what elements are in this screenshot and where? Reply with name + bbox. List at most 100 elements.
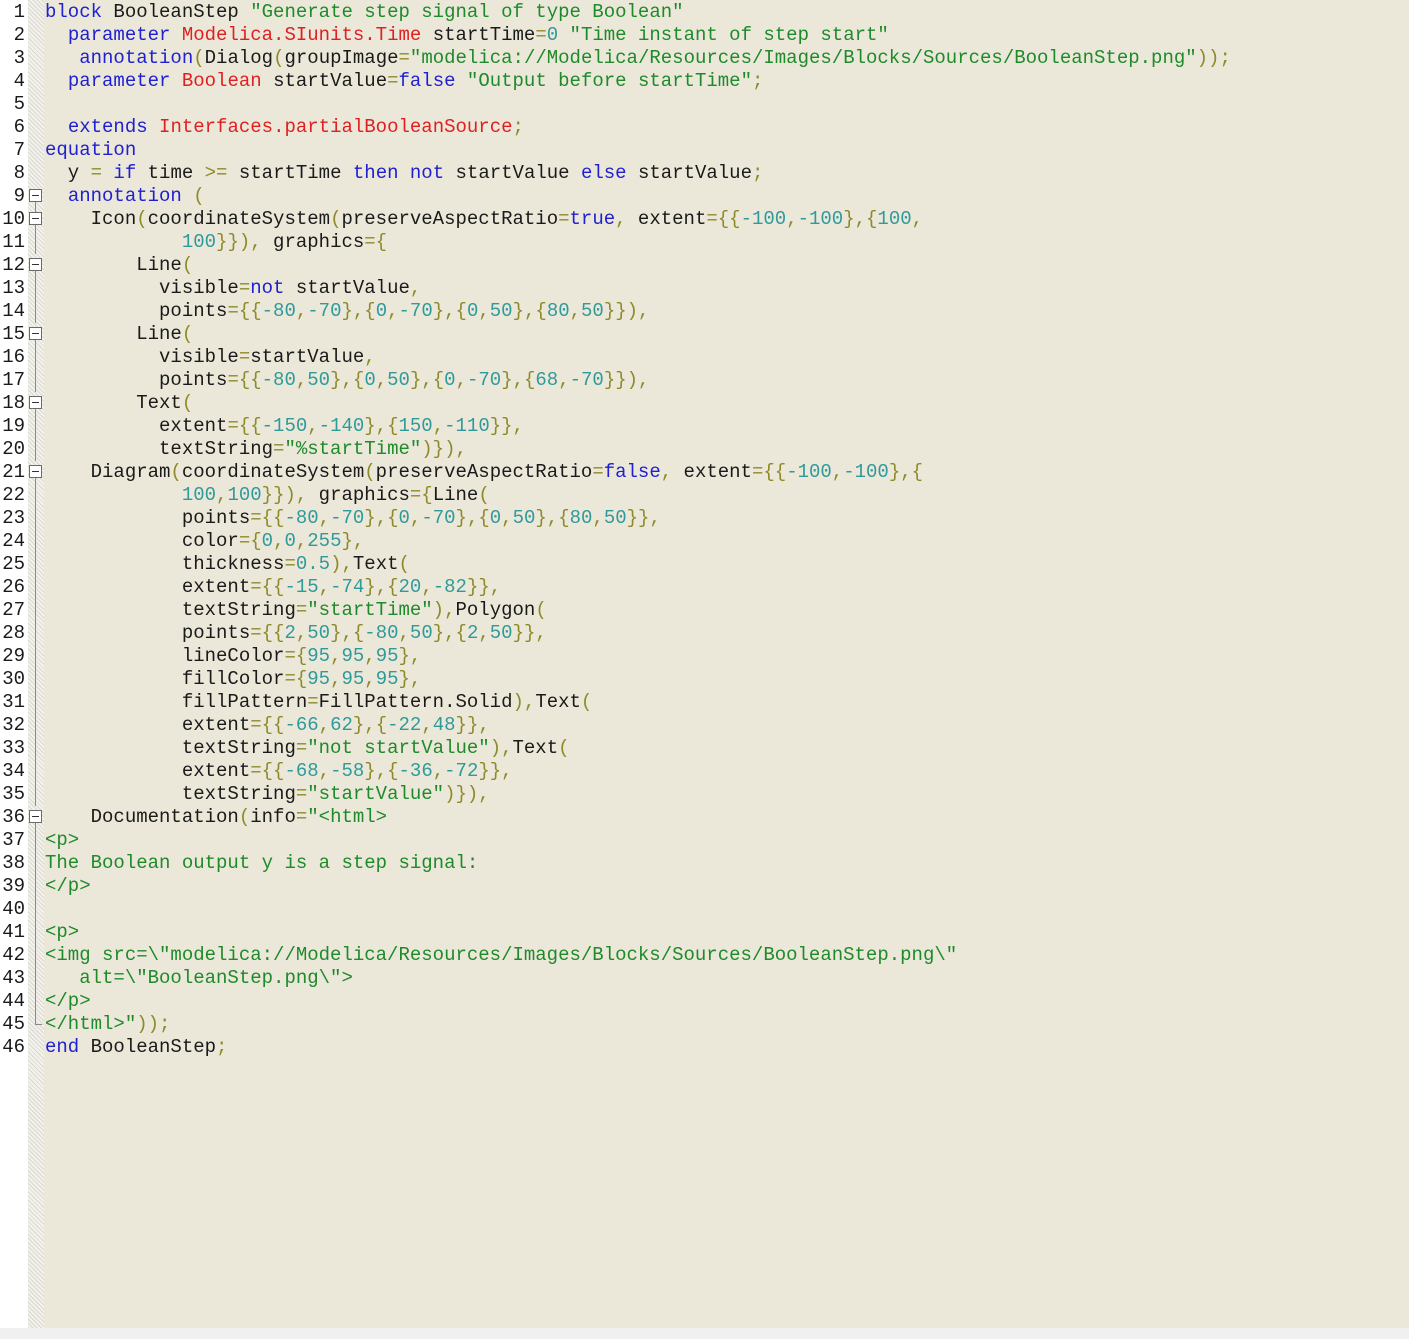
code-token: extent — [45, 760, 251, 782]
code-token: startValue — [444, 162, 581, 184]
code-line[interactable]: 41 <p> — [0, 921, 1409, 944]
code-line[interactable]: 46 end BooleanStep; — [0, 1036, 1409, 1059]
fold-toggle-icon[interactable] — [29, 810, 42, 834]
fold-toggle-icon[interactable] — [29, 327, 42, 351]
code-token: "startValue" — [307, 783, 445, 805]
code-line[interactable]: 3 annotation(Dialog(groupImage="modelica… — [0, 47, 1409, 70]
code-line[interactable]: 11 100}}), graphics={ — [0, 231, 1409, 254]
code-token: ( — [398, 553, 410, 575]
code-line[interactable]: 12 Line( — [0, 254, 1409, 282]
line-code: visible=startValue, — [45, 346, 376, 369]
code-line[interactable]: 35 textString="startValue")}), — [0, 783, 1409, 806]
code-token: ={{ — [227, 369, 262, 391]
code-line[interactable]: 10 Icon(coordinateSystem(preserveAspectR… — [0, 208, 1409, 236]
line-number: 32 — [2, 714, 25, 736]
code-token: -110 — [444, 415, 490, 437]
code-line[interactable]: 24 color={0,0,255}, — [0, 530, 1409, 553]
code-line[interactable]: 2 parameter Modelica.SIunits.Time startT… — [0, 24, 1409, 47]
code-token: -82 — [432, 576, 467, 598]
code-token: , — [501, 507, 513, 529]
code-line[interactable]: 26 extent={{-15,-74},{20,-82}}, — [0, 576, 1409, 599]
code-line[interactable]: 14 points={{-80,-70},{0,-70},{0,50},{80,… — [0, 300, 1409, 323]
line-code: points={{-80,-70},{0,-70},{0,50},{80,50}… — [45, 507, 661, 530]
code-line[interactable]: 39 </p> — [0, 875, 1409, 898]
code-line[interactable]: 18 Text( — [0, 392, 1409, 420]
code-token: not — [409, 162, 445, 184]
code-line[interactable]: 29 lineColor={95,95,95}, — [0, 645, 1409, 668]
code-token: -70 — [466, 369, 502, 391]
code-line[interactable]: 31 fillPattern=FillPattern.Solid),Text( — [0, 691, 1409, 714]
code-token: ={{ — [250, 622, 285, 644]
code-line[interactable]: 38 The Boolean output y is a step signal: — [0, 852, 1409, 875]
code-line[interactable]: 1 block BooleanStep "Generate step signal… — [0, 1, 1409, 24]
code-editor[interactable]: 1 block BooleanStep "Generate step signal… — [0, 0, 1409, 1328]
code-line[interactable]: 13 visible=not startValue, — [0, 277, 1409, 300]
code-token: textString — [45, 438, 274, 460]
code-line[interactable]: 37 <p> — [0, 829, 1409, 852]
code-line[interactable]: 44 </p> — [0, 990, 1409, 1013]
code-line[interactable]: 45 </html>")); — [0, 1013, 1409, 1036]
code-line[interactable]: 30 fillColor={95,95,95}, — [0, 668, 1409, 691]
code-line[interactable]: 19 extent={{-150,-140},{150,-110}}, — [0, 415, 1409, 438]
fold-toggle-icon[interactable] — [29, 212, 42, 236]
line-code: extent={{-15,-74},{20,-82}}, — [45, 576, 501, 599]
fold-toggle-icon[interactable] — [29, 258, 42, 282]
code-line[interactable]: 22 100,100}}), graphics={Line( — [0, 484, 1409, 507]
code-token: -72 — [444, 760, 479, 782]
code-line[interactable]: 6 extends Interfaces.partialBooleanSourc… — [0, 116, 1409, 139]
fold-toggle-icon[interactable] — [29, 465, 42, 489]
code-token: -68 — [284, 760, 319, 782]
code-line[interactable]: 32 extent={{-66,62},{-22,48}}, — [0, 714, 1409, 737]
code-token: ={{ — [250, 576, 285, 598]
line-code: The Boolean output y is a step signal: — [45, 852, 478, 875]
fold-guide-line — [35, 346, 36, 369]
code-line[interactable]: 5 — [0, 93, 1409, 116]
code-line[interactable]: 42 <img src=\"modelica://Modelica/Resourc… — [0, 944, 1409, 967]
fold-toggle-icon[interactable] — [29, 189, 42, 213]
code-token: }, — [398, 645, 422, 667]
code-token: startTime — [227, 162, 353, 184]
code-line[interactable]: 34 extent={{-68,-58},{-36,-72}}, — [0, 760, 1409, 783]
code-line[interactable]: 17 points={{-80,50},{0,50},{0,-70},{68,-… — [0, 369, 1409, 392]
code-token: -70 — [307, 300, 342, 322]
code-token: },{ — [455, 507, 490, 529]
code-token: graphics — [307, 484, 410, 506]
code-line[interactable]: 36 Documentation(info="<html> — [0, 806, 1409, 834]
code-token: , — [432, 415, 445, 437]
code-line[interactable]: 7 equation — [0, 139, 1409, 162]
code-token: Polygon — [455, 599, 536, 621]
code-line[interactable]: 25 thickness=0.5),Text( — [0, 553, 1409, 576]
code-line[interactable]: 4 parameter Boolean startValue=false "Ou… — [0, 70, 1409, 93]
code-line[interactable]: 8 y = if time >= startTime then not star… — [0, 162, 1409, 185]
code-token: 80 — [546, 300, 570, 322]
code-line[interactable]: 16 visible=startValue, — [0, 346, 1409, 369]
horizontal-scrollbar[interactable] — [0, 1328, 1409, 1339]
line-code: parameter Modelica.SIunits.Time startTim… — [45, 24, 889, 47]
code-token: parameter — [67, 24, 171, 46]
code-line[interactable]: 9 annotation ( — [0, 185, 1409, 213]
code-token: -80 — [364, 622, 399, 644]
line-number: 43 — [2, 967, 25, 989]
code-line[interactable]: 43 alt=\"BooleanStep.png\"> — [0, 967, 1409, 990]
code-line[interactable]: 40 — [0, 898, 1409, 921]
code-line[interactable]: 27 textString="startTime"),Polygon( — [0, 599, 1409, 622]
code-token: }}), — [603, 300, 650, 322]
fold-toggle-icon[interactable] — [29, 396, 42, 420]
code-line[interactable]: 21 Diagram(coordinateSystem(preserveAspe… — [0, 461, 1409, 489]
code-line[interactable]: 28 points={{2,50},{-80,50},{2,50}}, — [0, 622, 1409, 645]
code-line[interactable]: 33 textString="not startValue"),Text( — [0, 737, 1409, 760]
code-token: coordinateSystem — [147, 208, 331, 230]
code-token: 0 — [398, 507, 410, 529]
code-line[interactable]: 15 Line( — [0, 323, 1409, 351]
code-line[interactable]: 20 textString="%startTime")}), — [0, 438, 1409, 461]
code-lines[interactable]: 1 block BooleanStep "Generate step signal… — [0, 1, 1409, 1059]
code-line[interactable]: 23 points={{-80,-70},{0,-70},{0,50},{80,… — [0, 507, 1409, 530]
code-token: 68 — [535, 369, 559, 391]
code-token: = — [295, 737, 308, 759]
code-token: , — [216, 484, 228, 506]
fold-guide-line — [35, 714, 36, 737]
